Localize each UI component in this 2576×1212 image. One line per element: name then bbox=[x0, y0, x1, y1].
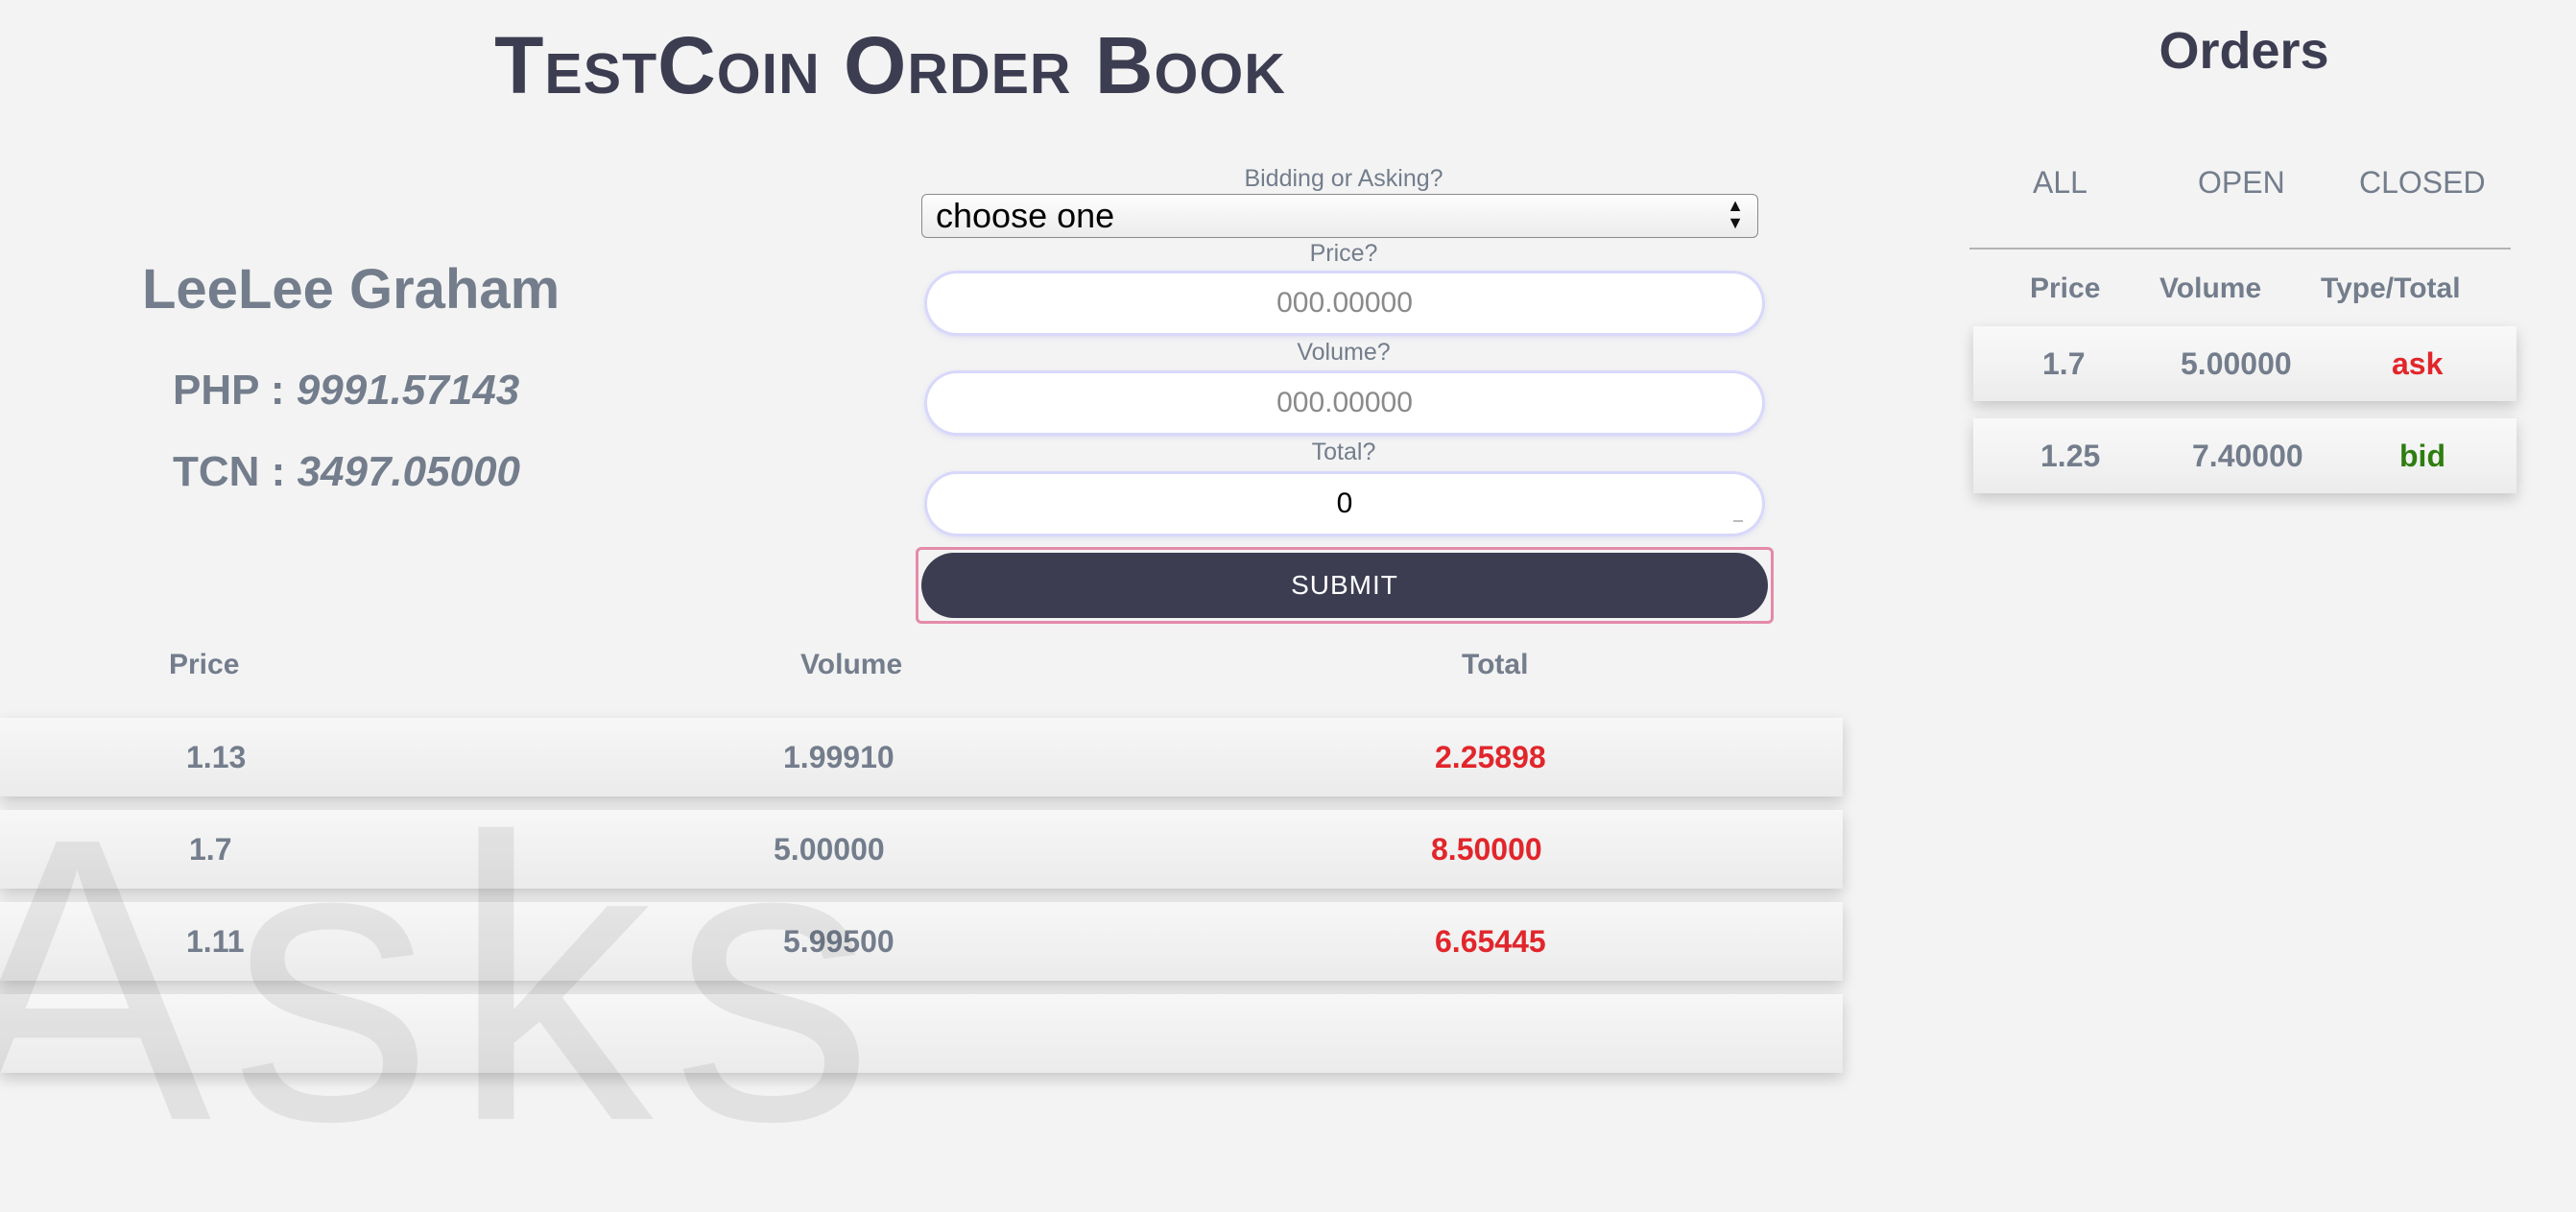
balance-tcn: TCN : 3497.05000 bbox=[173, 448, 520, 496]
orders-header-type: Type/Total bbox=[2321, 273, 2461, 304]
balance-php: PHP : 9991.57143 bbox=[173, 367, 519, 415]
price-label: Price? bbox=[1309, 240, 1378, 267]
bid-ask-label: Bidding or Asking? bbox=[1244, 165, 1443, 192]
volume-input[interactable]: 000.00000 bbox=[927, 373, 1762, 433]
orders-divider bbox=[1969, 248, 2511, 250]
bid-ask-select[interactable]: choose one ▲ ▼ bbox=[921, 194, 1758, 238]
balance-tcn-amount: 3497.05000 bbox=[297, 448, 521, 495]
balance-php-currency: PHP bbox=[173, 367, 259, 414]
row-total: 8.50000 bbox=[1431, 832, 1542, 867]
orders-header-volume: Volume bbox=[2159, 273, 2262, 304]
bid-ask-select-value: choose one bbox=[936, 196, 1115, 235]
column-header-total: Total bbox=[1462, 649, 1529, 680]
orders-row[interactable]: 1.25 7.40000 bid bbox=[1973, 418, 2516, 493]
resize-handle-icon bbox=[1733, 520, 1743, 522]
order-type: bid bbox=[2399, 439, 2445, 473]
order-price: 1.7 bbox=[2042, 346, 2086, 381]
volume-label: Volume? bbox=[1297, 339, 1391, 366]
balance-php-separator: : bbox=[258, 367, 297, 414]
tab-open[interactable]: OPEN bbox=[2198, 165, 2285, 201]
orders-title: Orders bbox=[2159, 22, 2329, 80]
order-volume: 5.00000 bbox=[2181, 346, 2292, 381]
select-arrows-icon: ▲ ▼ bbox=[1727, 196, 1744, 232]
column-header-volume: Volume bbox=[800, 649, 903, 680]
balance-tcn-currency: TCN bbox=[173, 448, 260, 495]
row-total: 6.65445 bbox=[1435, 924, 1546, 959]
total-input[interactable]: 0 bbox=[927, 474, 1762, 534]
orders-row[interactable]: 1.7 5.00000 ask bbox=[1973, 326, 2516, 401]
total-label: Total? bbox=[1311, 439, 1376, 465]
row-total: 2.25898 bbox=[1435, 740, 1546, 774]
order-volume: 7.40000 bbox=[2192, 439, 2303, 473]
orders-header-price: Price bbox=[2030, 273, 2101, 304]
tab-all[interactable]: ALL bbox=[2033, 165, 2087, 201]
balance-tcn-separator: : bbox=[259, 448, 298, 495]
column-header-price: Price bbox=[169, 649, 240, 680]
submit-button[interactable]: SUBMIT bbox=[921, 553, 1768, 618]
user-name: LeeLee Graham bbox=[142, 258, 561, 321]
watermark-asks: Asks bbox=[0, 755, 894, 1205]
total-input-value: 0 bbox=[1336, 487, 1353, 519]
balance-php-amount: 9991.57143 bbox=[296, 367, 520, 414]
price-input[interactable]: 000.00000 bbox=[927, 273, 1762, 333]
order-type: ask bbox=[2392, 346, 2444, 381]
order-price: 1.25 bbox=[2040, 439, 2101, 473]
tab-closed[interactable]: CLOSED bbox=[2359, 165, 2486, 201]
page-title: TestCoin Order Book bbox=[494, 20, 1286, 110]
